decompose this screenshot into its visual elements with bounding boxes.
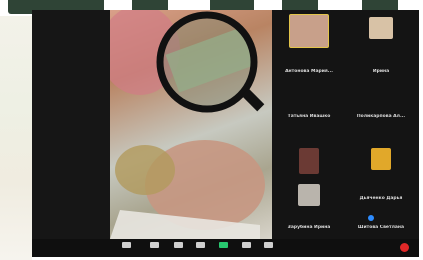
video-frame-illustration [110, 10, 265, 239]
participant-thumbnail [371, 148, 391, 170]
participant-thumbnail [369, 17, 393, 39]
participant-tile[interactable]: Шитова Светлана [346, 222, 416, 239]
participants-panel: Антонова Мария... Ирина Татьяна Ивашко П… [272, 10, 419, 239]
participant-tile[interactable]: Ирина [346, 57, 416, 99]
participant-tile[interactable] [346, 146, 416, 188]
meeting-toolbar [32, 239, 419, 257]
participant-name: Поликарпова Ал... [356, 114, 406, 119]
participant-tile[interactable]: Дьяченко Дарья [346, 184, 416, 226]
participant-thumbnail [289, 14, 329, 48]
chat-button[interactable] [190, 241, 212, 255]
main-video-area [32, 10, 272, 239]
record-button[interactable] [236, 241, 258, 255]
share-screen-button[interactable] [213, 241, 235, 255]
video-camera-icon [150, 242, 159, 248]
chat-icon [196, 242, 205, 248]
participant-tile[interactable] [346, 12, 416, 54]
participant-tile[interactable] [274, 12, 344, 54]
participant-tile[interactable] [274, 184, 344, 226]
participant-tile[interactable]: Антонова Мария... [274, 57, 344, 99]
shared-video[interactable] [110, 10, 272, 239]
participant-name: Зарубина Ирина [287, 225, 331, 230]
active-speaker-dot [368, 215, 374, 221]
participant-name: Шитова Светлана [357, 225, 405, 230]
video-conference-window: Антонова Мария... Ирина Татьяна Ивашко П… [32, 10, 419, 257]
share-screen-icon [219, 242, 228, 248]
participant-thumbnail [298, 184, 320, 206]
participant-name: Дьяченко Дарья [359, 196, 403, 201]
participant-tile[interactable] [274, 146, 344, 188]
background-left [0, 0, 32, 260]
reactions-icon [264, 242, 273, 248]
participant-name: Ирина [372, 69, 390, 74]
participants-button[interactable] [168, 241, 190, 255]
reactions-button[interactable] [258, 241, 280, 255]
participants-icon [174, 242, 183, 248]
record-icon [242, 242, 251, 248]
microphone-icon [122, 242, 131, 248]
participant-name: Антонова Мария... [285, 69, 333, 74]
video-camera-button[interactable] [144, 241, 166, 255]
participant-name: Татьяна Ивашко [287, 114, 331, 119]
microphone-button[interactable] [116, 241, 138, 255]
participant-tile[interactable]: Татьяна Ивашко [274, 102, 344, 144]
participant-thumbnail [299, 148, 319, 174]
participant-tile[interactable]: Зарубина Ирина [274, 222, 344, 239]
participant-tile[interactable]: Поликарпова Ал... [346, 102, 416, 144]
leave-icon[interactable] [400, 243, 409, 252]
